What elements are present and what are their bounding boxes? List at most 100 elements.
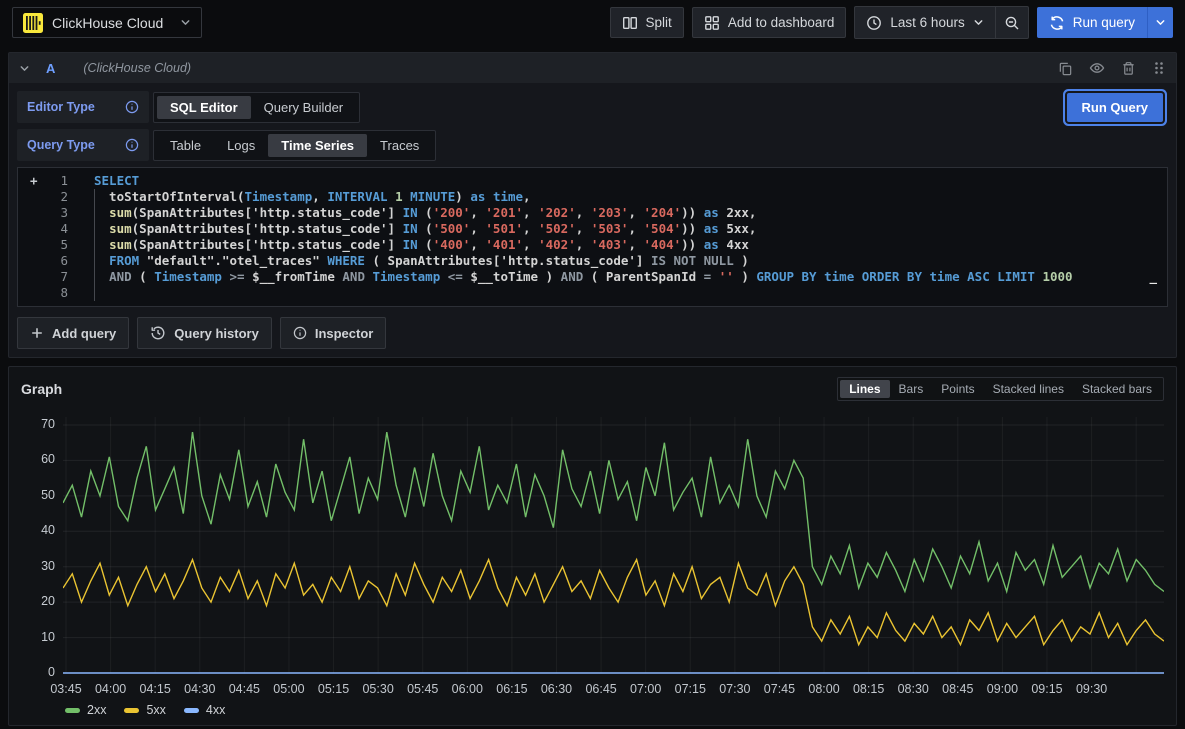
graph-mode-points[interactable]: Points [932,380,983,398]
x-axis-label: 06:45 [585,682,616,696]
inspector-button[interactable]: Inspector [280,317,387,349]
code-token [711,269,719,284]
code-token: AND [342,269,365,284]
graph-panel: Graph LinesBarsPointsStacked linesStacke… [8,366,1177,726]
code-token: ( [418,221,433,236]
add-to-dashboard-label: Add to dashboard [728,15,835,30]
code-token: Timestamp [373,269,441,284]
add-query-button[interactable]: Add query [17,317,129,349]
code-text: sum(SpanAttributes['http.status_code'] I… [94,237,749,253]
dashboard-grid-icon [704,15,720,31]
code-token: 4xx [719,237,749,252]
clickhouse-logo-icon [23,13,43,33]
code-token: ( ParentSpanId [583,269,703,284]
code-token: <= [448,269,463,284]
code-token: AND [561,269,584,284]
split-button[interactable]: Split [610,7,684,38]
editor-type-segmented: SQL EditorQuery Builder [153,92,360,123]
x-axis-label: 05:45 [407,682,438,696]
delete-query-trash-icon[interactable] [1121,61,1136,76]
code-token: , [523,189,531,204]
legend-item-4xx[interactable]: 4xx [184,703,225,717]
graph-header: Graph LinesBarsPointsStacked linesStacke… [21,377,1164,401]
query-actions-row: Add query Query history Inspector [17,317,1168,349]
code-line: 7 AND ( Timestamp >= $__fromTime AND Tim… [18,269,1167,285]
top-toolbar: ClickHouse Cloud Split Add to dashboard … [0,0,1185,45]
editor-type-option-sql-editor[interactable]: SQL Editor [157,96,251,119]
chart: 010203040506070 [21,409,1164,681]
time-range-picker[interactable]: Last 6 hours [855,7,994,38]
text-cursor: _ [1149,269,1157,285]
gutter-plus-icon: + [30,173,38,189]
x-axis-label: 07:15 [675,682,706,696]
y-axis-label: 20 [41,594,55,608]
duplicate-query-icon[interactable] [1058,61,1073,76]
code-token: (SpanAttributes['http.status_code'] [132,205,403,220]
info-icon[interactable] [125,100,139,114]
drag-handle-grip-icon[interactable] [1152,61,1166,75]
series-2xx [63,432,1164,591]
code-token: sum [109,221,132,236]
x-axis-label: 05:30 [362,682,393,696]
code-line: 6 FROM "default"."otel_traces" WHERE ( S… [18,253,1167,269]
code-token: time [493,189,523,204]
zoom-out-button[interactable] [996,7,1028,38]
run-query-panel-button[interactable]: Run Query [1067,93,1163,122]
code-token: ( [418,205,433,220]
query-type-tab-traces[interactable]: Traces [367,134,432,157]
toggle-visibility-eye-icon[interactable] [1089,60,1105,76]
code-token: 5xx, [719,221,757,236]
collapse-chevron-icon[interactable] [19,63,30,74]
code-token: ( [132,269,155,284]
code-token: , [523,237,538,252]
query-history-button[interactable]: Query history [137,317,272,349]
line-number: 7 [18,269,68,285]
code-token: '201' [485,205,523,220]
time-range-label: Last 6 hours [890,15,964,30]
legend-item-5xx[interactable]: 5xx [124,703,165,717]
y-axis-label: 0 [48,665,55,679]
y-axis-label: 60 [41,452,55,466]
code-token: , [523,221,538,236]
code-token: MINUTE [410,189,455,204]
add-to-dashboard-button[interactable]: Add to dashboard [692,7,847,38]
code-token: ASC [967,269,990,284]
code-token [365,269,373,284]
code-token: )) [681,205,704,220]
code-text: sum(SpanAttributes['http.status_code'] I… [94,221,756,237]
query-type-tab-table[interactable]: Table [157,134,214,157]
code-line: 4 sum(SpanAttributes['http.status_code']… [18,221,1167,237]
split-label: Split [646,15,672,30]
query-row-header[interactable]: A (ClickHouse Cloud) [9,53,1176,83]
legend-item-2xx[interactable]: 2xx [65,703,106,717]
code-token: AND [109,269,132,284]
x-axis-label: 04:15 [140,682,171,696]
query-type-tab-time-series[interactable]: Time Series [268,134,367,157]
code-token: ( [418,237,433,252]
sql-code-editor[interactable]: _ 1+SELECT2 toStartOfInterval(Timestamp,… [17,167,1168,307]
code-token [440,269,448,284]
editor-type-option-query-builder[interactable]: Query Builder [251,96,356,119]
info-icon[interactable] [125,138,139,152]
graph-mode-stacked-lines[interactable]: Stacked lines [984,380,1073,398]
y-axis: 010203040506070 [21,409,63,681]
x-axis-label: 06:00 [452,682,483,696]
toolbar-actions: Split Add to dashboard Last 6 hours Run … [610,6,1173,39]
chart-canvas[interactable] [63,409,1164,681]
graph-mode-lines[interactable]: Lines [840,380,889,398]
code-token: (SpanAttributes['http.status_code'] [132,237,403,252]
run-query-button[interactable]: Run query [1037,7,1147,38]
code-token [94,221,109,236]
run-query-dropdown[interactable] [1147,7,1173,38]
graph-mode-stacked-bars[interactable]: Stacked bars [1073,380,1161,398]
datasource-picker[interactable]: ClickHouse Cloud [12,7,202,38]
query-type-tab-logs[interactable]: Logs [214,134,268,157]
graph-mode-bars[interactable]: Bars [890,380,933,398]
code-token [854,269,862,284]
code-token: , [576,237,591,252]
code-token [94,237,109,252]
refresh-icon [1049,15,1065,31]
code-token: time [930,269,960,284]
code-token: $__fromTime [245,269,343,284]
line-number: 1+ [18,173,68,189]
